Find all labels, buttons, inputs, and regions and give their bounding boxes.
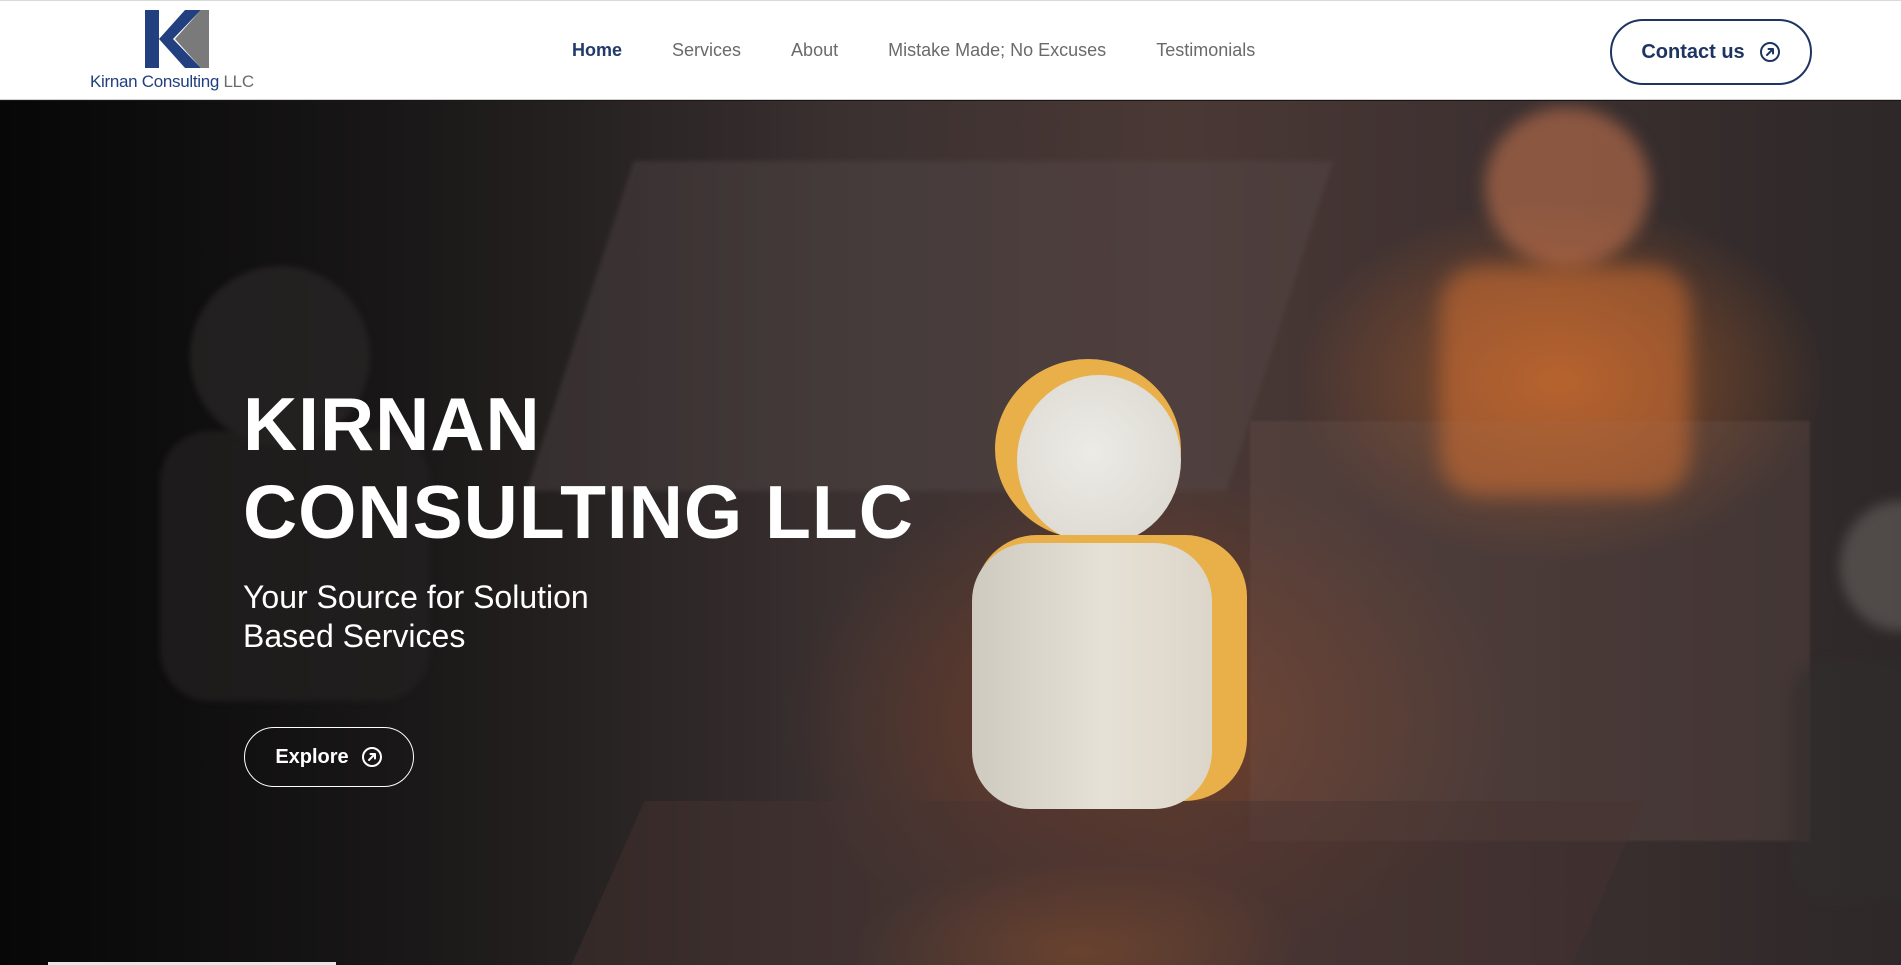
nav-home[interactable]: Home — [572, 40, 622, 61]
brand-suffix: LLC — [223, 72, 255, 91]
person-figure-illustration — [965, 359, 1255, 809]
hero-title-line2: CONSULTING LLC — [243, 470, 914, 554]
main-nav: Home Services About Mistake Made; No Exc… — [572, 40, 1305, 61]
logo-text: Kirnan Consulting LLC — [90, 72, 254, 92]
background-figure-body — [1790, 661, 1901, 901]
hero-title-line1: KIRNAN — [243, 382, 541, 466]
brand-name: Kirnan Consulting — [90, 72, 220, 91]
background-block — [555, 801, 1645, 965]
contact-us-label: Contact us — [1641, 40, 1745, 63]
nav-services[interactable]: Services — [672, 40, 741, 61]
nav-about[interactable]: About — [791, 40, 838, 61]
explore-label: Explore — [275, 745, 349, 768]
hero-title: KIRNAN CONSULTING LLC — [243, 380, 914, 556]
arrow-up-right-circle-icon — [1759, 42, 1780, 62]
nav-testimonials[interactable]: Testimonials — [1156, 40, 1255, 61]
kirnan-logo-icon — [145, 10, 209, 68]
nav-mistake-made[interactable]: Mistake Made; No Excuses — [888, 40, 1106, 61]
hero-subtitle: Your Source for Solution Based Services — [243, 579, 589, 654]
background-figure-head — [1840, 501, 1901, 631]
explore-button[interactable]: Explore — [244, 727, 414, 787]
site-header: Kirnan Consulting LLC Home Services Abou… — [0, 0, 1901, 100]
background-figure-body — [1440, 266, 1690, 496]
contact-us-button[interactable]: Contact us — [1610, 19, 1812, 85]
arrow-up-right-circle-icon — [361, 747, 382, 767]
background-figure-head — [1485, 107, 1650, 267]
figure-head — [1017, 375, 1181, 545]
site-logo[interactable]: Kirnan Consulting LLC — [90, 9, 270, 93]
figure-body — [972, 543, 1212, 809]
